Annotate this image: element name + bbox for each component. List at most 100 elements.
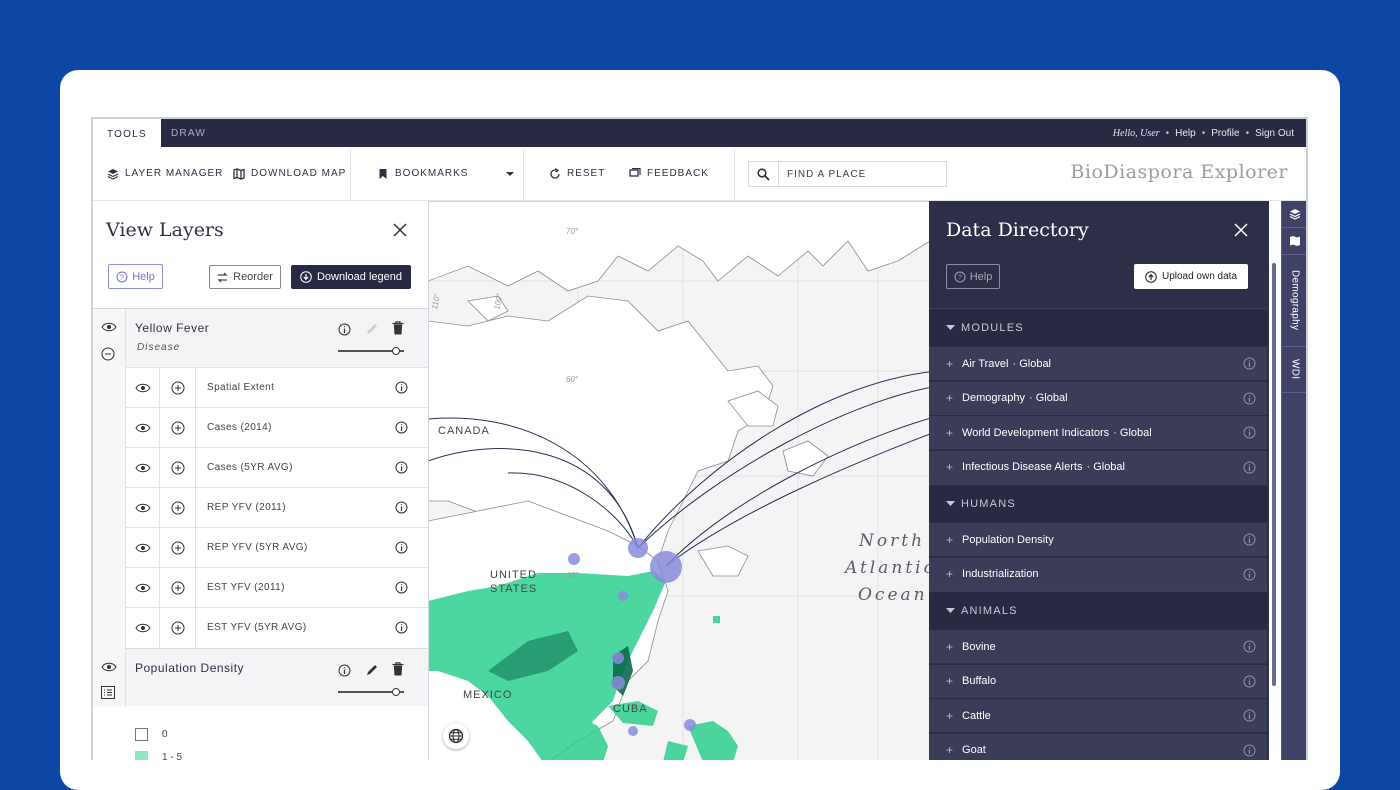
add-icon[interactable] bbox=[160, 608, 196, 648]
sublayer-row[interactable]: EST YFV (5YR AVG) bbox=[126, 607, 428, 648]
visibility-eye-icon[interactable] bbox=[126, 488, 160, 528]
directory-item[interactable]: + Infectious Disease Alerts · Global bbox=[929, 449, 1267, 484]
directory-item[interactable]: + Industrialization bbox=[929, 556, 1267, 591]
info-icon[interactable] bbox=[395, 541, 408, 559]
opacity-slider-thumb[interactable] bbox=[392, 347, 400, 355]
visibility-eye-icon[interactable] bbox=[126, 368, 160, 408]
add-icon[interactable] bbox=[160, 368, 196, 408]
sublayer-row[interactable]: Spatial Extent bbox=[126, 367, 428, 408]
tab-demography[interactable]: Demography bbox=[1282, 255, 1306, 347]
info-icon[interactable] bbox=[395, 421, 408, 439]
directory-item[interactable]: + World Development Indicators · Global bbox=[929, 415, 1267, 449]
sublayer-row[interactable]: REP YFV (2011) bbox=[126, 487, 428, 528]
directory-item[interactable]: + Cattle bbox=[929, 698, 1267, 732]
expand-icon[interactable]: + bbox=[946, 391, 953, 405]
opacity-slider[interactable] bbox=[338, 347, 404, 355]
info-icon[interactable] bbox=[395, 501, 408, 519]
info-icon[interactable] bbox=[1243, 744, 1256, 760]
layer-population-density[interactable]: Population Density bbox=[126, 648, 428, 706]
download-map-button[interactable]: DOWNLOAD MAP bbox=[233, 147, 346, 201]
find-place-input[interactable] bbox=[779, 168, 939, 180]
expand-icon[interactable]: + bbox=[946, 709, 953, 723]
visibility-eye-icon[interactable] bbox=[101, 659, 117, 677]
expand-icon[interactable]: + bbox=[946, 460, 953, 474]
section-modules[interactable]: MODULES bbox=[929, 308, 1267, 346]
info-icon[interactable] bbox=[1243, 357, 1256, 373]
expand-icon[interactable]: + bbox=[946, 640, 953, 654]
info-icon[interactable] bbox=[1243, 461, 1256, 477]
layer-manager-button[interactable]: LAYER MANAGER bbox=[107, 147, 223, 201]
info-icon[interactable] bbox=[1243, 392, 1256, 408]
find-place-search[interactable] bbox=[748, 161, 947, 187]
expand-icon[interactable]: + bbox=[946, 357, 953, 371]
edit-icon[interactable] bbox=[365, 663, 379, 682]
expand-icon[interactable]: + bbox=[946, 567, 953, 581]
scrollbar[interactable] bbox=[1272, 263, 1276, 686]
collapse-icon[interactable] bbox=[101, 347, 115, 366]
directory-item[interactable]: + Demography · Global bbox=[929, 380, 1267, 415]
expand-icon[interactable]: + bbox=[946, 674, 953, 688]
info-icon[interactable] bbox=[395, 381, 408, 399]
map-rail-button[interactable] bbox=[1282, 228, 1306, 255]
info-icon[interactable] bbox=[1243, 533, 1256, 549]
add-icon[interactable] bbox=[160, 488, 196, 528]
download-legend-button[interactable]: Download legend bbox=[291, 265, 411, 289]
visibility-eye-icon[interactable] bbox=[126, 448, 160, 488]
add-icon[interactable] bbox=[160, 448, 196, 488]
close-icon[interactable] bbox=[1233, 222, 1251, 240]
sublayer-row[interactable]: Cases (2014) bbox=[126, 407, 428, 448]
add-icon[interactable] bbox=[160, 528, 196, 568]
reorder-button[interactable]: Reorder bbox=[209, 265, 281, 289]
expand-icon[interactable]: + bbox=[946, 743, 953, 757]
info-icon[interactable] bbox=[1243, 568, 1256, 584]
visibility-eye-icon[interactable] bbox=[126, 408, 160, 448]
add-icon[interactable] bbox=[160, 568, 196, 608]
add-icon[interactable] bbox=[160, 408, 196, 448]
directory-item[interactable]: + Goat bbox=[929, 732, 1267, 760]
directory-help-button[interactable]: ? Help bbox=[946, 264, 1000, 289]
layers-help-button[interactable]: ? Help bbox=[108, 264, 163, 289]
directory-item[interactable]: + Bovine bbox=[929, 629, 1267, 663]
info-icon[interactable] bbox=[338, 664, 351, 682]
expand-icon[interactable]: + bbox=[946, 533, 953, 547]
sign-out-link[interactable]: Sign Out bbox=[1255, 128, 1294, 139]
info-icon[interactable] bbox=[395, 581, 408, 599]
visibility-eye-icon[interactable] bbox=[126, 608, 160, 648]
opacity-slider-thumb[interactable] bbox=[392, 688, 400, 696]
visibility-eye-icon[interactable] bbox=[126, 528, 160, 568]
visibility-eye-icon[interactable] bbox=[101, 319, 117, 337]
layer-yellow-fever[interactable]: Yellow Fever Disease bbox=[126, 309, 428, 367]
legend-list-icon[interactable] bbox=[101, 686, 115, 704]
directory-item[interactable]: + Air Travel · Global bbox=[929, 346, 1267, 380]
directory-item[interactable]: + Buffalo bbox=[929, 663, 1267, 698]
bookmarks-dropdown[interactable]: BOOKMARKS bbox=[377, 147, 516, 201]
feedback-button[interactable]: FEEDBACK bbox=[629, 147, 709, 201]
info-icon[interactable] bbox=[395, 461, 408, 479]
tab-wdi[interactable]: WDI bbox=[1282, 347, 1306, 393]
info-icon[interactable] bbox=[1243, 709, 1256, 725]
info-icon[interactable] bbox=[1243, 675, 1256, 691]
sublayer-row[interactable]: EST YFV (2011) bbox=[126, 567, 428, 608]
section-humans[interactable]: HUMANS bbox=[929, 484, 1267, 522]
sublayer-row[interactable]: Cases (5YR AVG) bbox=[126, 447, 428, 488]
delete-icon[interactable] bbox=[392, 321, 404, 340]
profile-link[interactable]: Profile bbox=[1211, 128, 1239, 139]
opacity-slider[interactable] bbox=[338, 688, 404, 696]
directory-item[interactable]: + Population Density bbox=[929, 522, 1267, 556]
upload-data-button[interactable]: Upload own data bbox=[1134, 264, 1248, 289]
info-icon[interactable] bbox=[1243, 426, 1256, 442]
help-link[interactable]: Help bbox=[1175, 128, 1196, 139]
info-icon[interactable] bbox=[338, 323, 351, 341]
reset-button[interactable]: RESET bbox=[549, 147, 605, 201]
section-animals[interactable]: ANIMALS bbox=[929, 591, 1267, 629]
close-icon[interactable] bbox=[392, 222, 410, 240]
info-icon[interactable] bbox=[1243, 640, 1256, 656]
delete-icon[interactable] bbox=[392, 662, 404, 681]
globe-button[interactable] bbox=[443, 723, 469, 749]
layers-rail-button[interactable] bbox=[1282, 201, 1306, 228]
visibility-eye-icon[interactable] bbox=[126, 568, 160, 608]
map-canvas[interactable]: CANADA UNITED STATES MEXICO CUBA North A… bbox=[428, 201, 938, 760]
info-icon[interactable] bbox=[395, 621, 408, 639]
expand-icon[interactable]: + bbox=[946, 426, 953, 440]
sublayer-row[interactable]: REP YFV (5YR AVG) bbox=[126, 527, 428, 568]
